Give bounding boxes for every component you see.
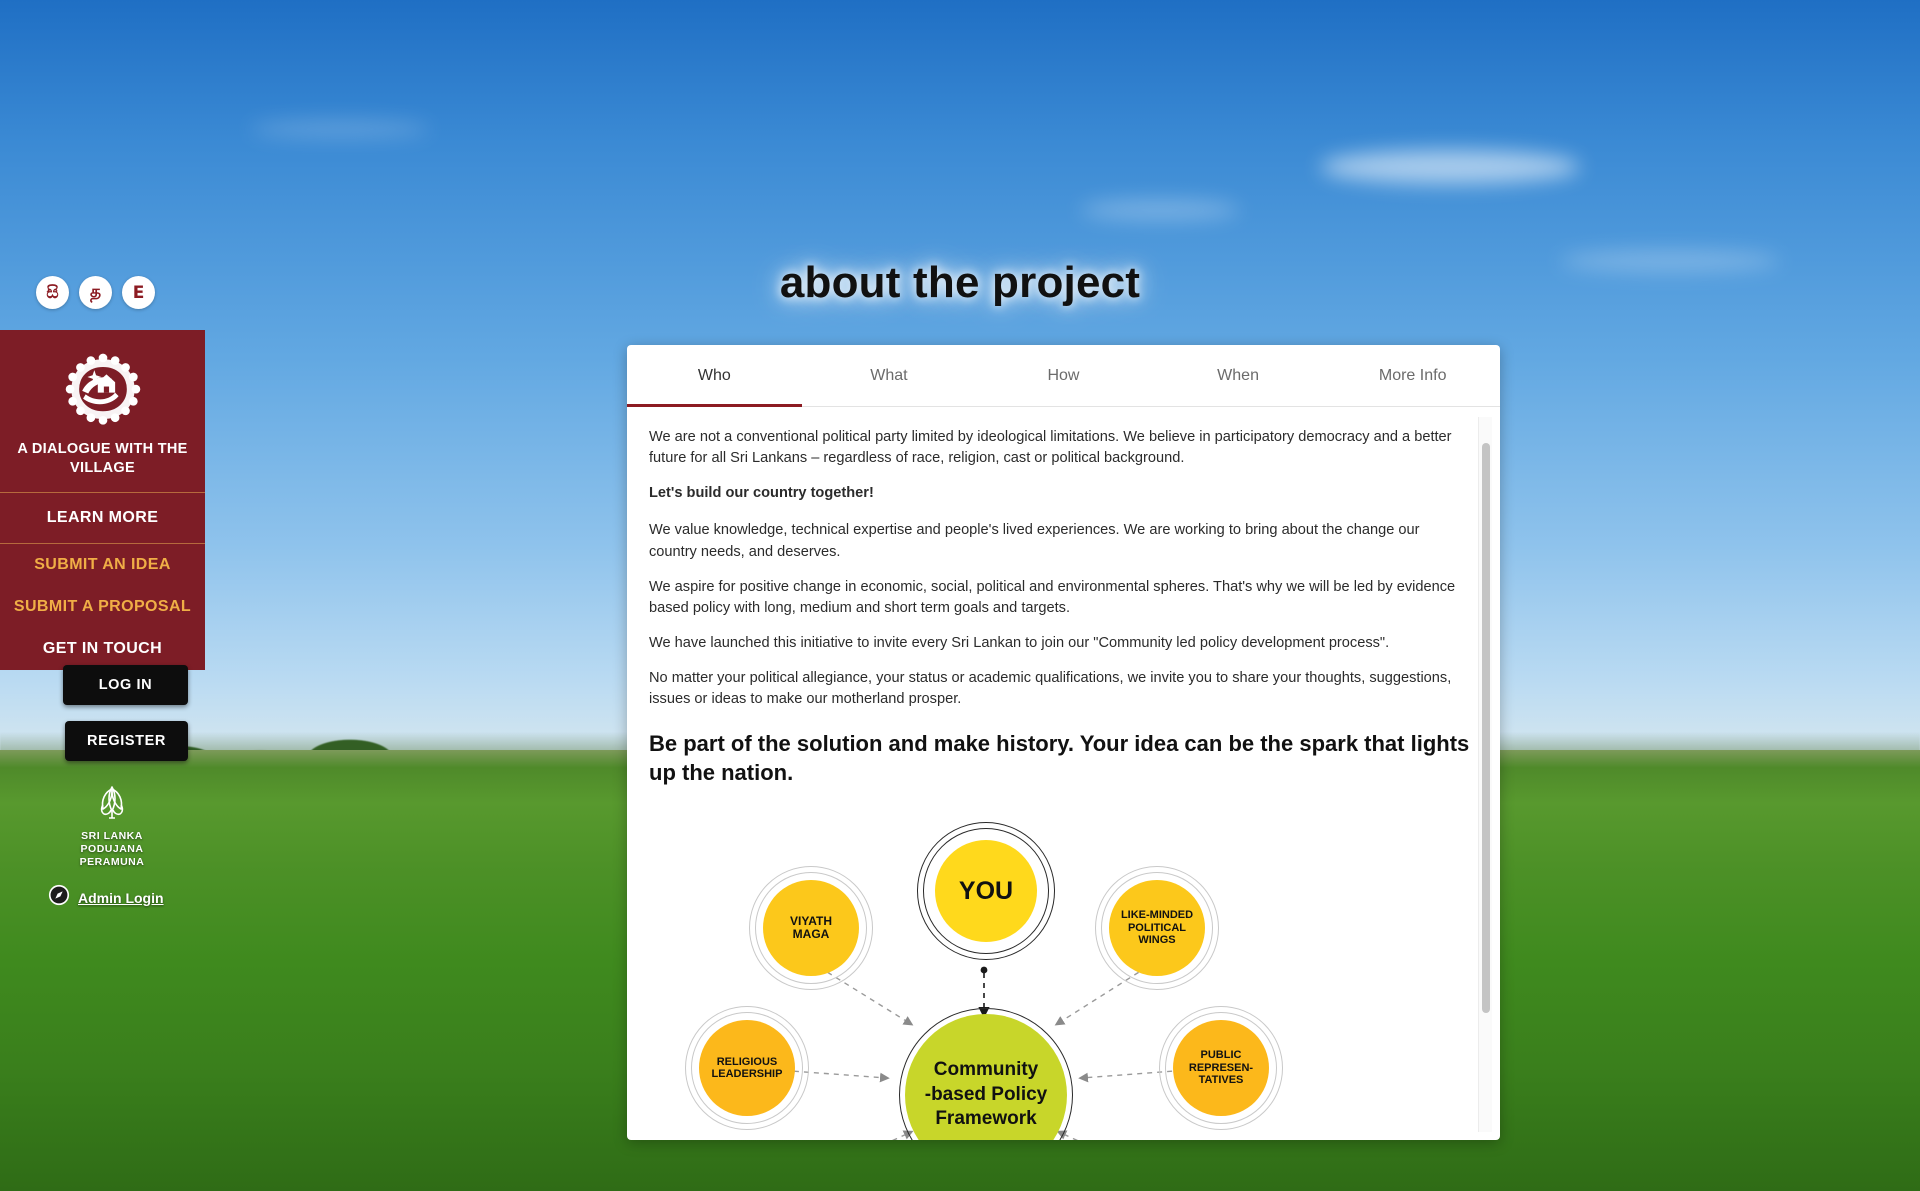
content-scrollbar[interactable] — [1478, 417, 1492, 1132]
like-minded-label-line-2: POLITICAL — [1127, 921, 1187, 934]
cloud-decoration — [1320, 150, 1580, 184]
tamil-language-button[interactable]: த — [79, 276, 112, 309]
paragraph-launched-initiative: We have launched this initiative to invi… — [649, 635, 1390, 652]
diagram-node-you: YOU — [935, 839, 1037, 942]
diagram-node-like-minded-political-wings: LIKE-MINDED POLITICAL WINGS — [1109, 879, 1205, 976]
viyath-maga-label-line-1: VIYATH — [789, 913, 832, 928]
viyath-maga-label-line-2: MAGA — [792, 926, 830, 941]
cloud-decoration — [250, 120, 430, 138]
sidebar-item-submit-a-proposal[interactable]: SUBMIT A PROPOSAL — [0, 586, 205, 628]
tab-bar: Who What How When More Info — [627, 345, 1500, 407]
sidebar-brand-title: A DIALOGUE WITH THE VILLAGE — [17, 441, 188, 476]
party-name-line-1: SRI LANKA — [81, 830, 143, 842]
policy-framework-diagram: YOU VIYATH MAGA LIKE-MINDED POLITICAL WI… — [649, 810, 1469, 1140]
religious-leadership-label-line-1: RELIGIOUS — [716, 1055, 778, 1068]
party-name-line-2: PODUJANA — [80, 843, 144, 856]
tab-more-info[interactable]: More Info — [1325, 345, 1500, 406]
about-project-card: Who What How When More Info We are not a… — [627, 345, 1500, 1140]
lead-heading: Be part of the solution and make history… — [649, 730, 1470, 786]
language-switcher: සි த E — [36, 276, 155, 309]
log-in-button[interactable]: LOG IN — [63, 665, 188, 705]
diagram-node-you-label: YOU — [958, 876, 1014, 905]
village-dialogue-emblem-icon — [0, 346, 205, 434]
public-representatives-label-line-2: REPRESEN- — [1188, 1061, 1254, 1074]
admin-login-link[interactable]: Admin Login — [78, 890, 164, 906]
sidebar-item-get-in-touch[interactable]: GET IN TOUCH — [0, 628, 205, 670]
paragraph-intro: We are not a conventional political part… — [649, 429, 1452, 467]
tab-who[interactable]: Who — [627, 345, 802, 407]
like-minded-label-line-3: WINGS — [1138, 934, 1176, 947]
paragraph-call-to-build: Let's build our country together! — [649, 485, 874, 502]
paragraph-no-matter-allegiance: No matter your political allegiance, you… — [649, 670, 1452, 708]
admin-login-row[interactable]: Admin Login — [48, 884, 164, 911]
tab-how[interactable]: How — [976, 345, 1151, 406]
public-representatives-label-line-1: PUBLIC — [1200, 1049, 1242, 1062]
tab-content-who: We are not a conventional political part… — [627, 407, 1500, 1140]
cloud-decoration — [1080, 200, 1240, 220]
sidebar-item-learn-more[interactable]: LEARN MORE — [0, 493, 205, 543]
sinhala-language-button[interactable]: සි — [36, 276, 69, 309]
center-label-line-2: -based Policy — [924, 1083, 1048, 1105]
like-minded-label-line-1: LIKE-MINDED — [1120, 909, 1194, 922]
diagram-node-viyath-maga: VIYATH MAGA — [763, 879, 859, 976]
party-name-line-3: PERAMUNA — [79, 856, 145, 869]
slpp-lotus-icon — [52, 783, 172, 828]
paragraph-aspire-change: We aspire for positive change in economi… — [649, 578, 1456, 616]
party-name: SRI LANKA PODUJANA PERAMUNA — [52, 830, 172, 869]
diagram-node-religious-leadership: RELIGIOUS LEADERSHIP — [699, 1019, 795, 1116]
paragraph-value-knowledge: We value knowledge, technical expertise … — [649, 522, 1420, 560]
english-language-button[interactable]: E — [122, 276, 155, 309]
center-label-line-3: Framework — [935, 1108, 1037, 1130]
sidebar-navigation: A DIALOGUE WITH THE VILLAGE LEARN MORE S… — [0, 330, 205, 670]
scrollbar-thumb[interactable] — [1482, 443, 1490, 1013]
religious-leadership-label-line-2: LEADERSHIP — [711, 1067, 783, 1080]
page-title: about the project — [779, 258, 1141, 307]
tab-what[interactable]: What — [802, 345, 977, 406]
public-representatives-label-line-3: TATIVES — [1198, 1074, 1244, 1087]
compass-icon — [48, 884, 70, 911]
auth-button-group: LOG IN REGISTER — [63, 665, 188, 761]
diagram-node-public-representatives: PUBLIC REPRESEN- TATIVES — [1173, 1019, 1269, 1116]
center-label-line-1: Community — [933, 1058, 1039, 1080]
sidebar-item-submit-an-idea[interactable]: SUBMIT AN IDEA — [0, 544, 205, 586]
tab-when[interactable]: When — [1151, 345, 1326, 406]
register-button[interactable]: REGISTER — [65, 721, 188, 761]
party-logo-block: SRI LANKA PODUJANA PERAMUNA — [52, 783, 172, 869]
